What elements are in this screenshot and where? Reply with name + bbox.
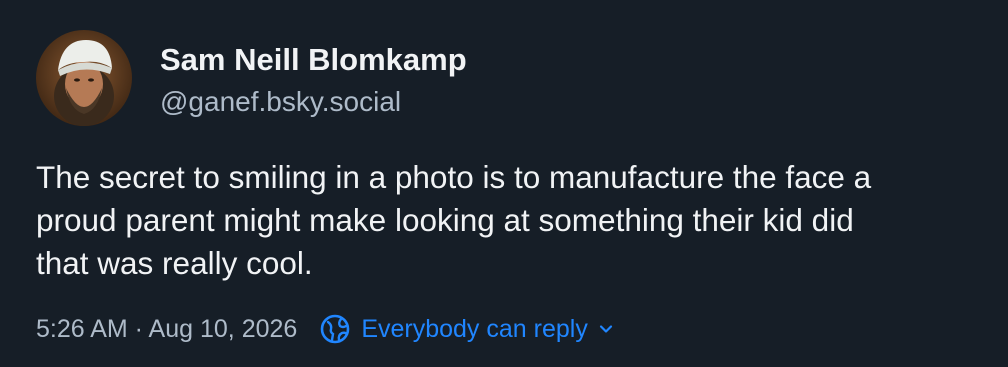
post-meta: 5:26 AM · Aug 10, 2026 Everybody can rep…	[36, 311, 614, 347]
globe-icon	[321, 314, 350, 344]
post-text: The secret to smiling in a photo is to m…	[36, 156, 986, 285]
avatar-image	[36, 30, 132, 126]
post-text-line: that was really cool.	[36, 245, 313, 281]
author-avatar[interactable]	[36, 30, 132, 126]
post-text-line: The secret to smiling in a photo is to m…	[36, 159, 872, 195]
author-handle[interactable]: @ganef.bsky.social	[160, 86, 401, 118]
chevron-down-icon	[599, 325, 612, 333]
reply-setting-button[interactable]: Everybody can reply	[319, 313, 614, 345]
post-timestamp[interactable]: 5:26 AM · Aug 10, 2026	[36, 315, 297, 344]
author-display-name[interactable]: Sam Neill Blomkamp	[160, 42, 467, 78]
reply-setting-label: Everybody can reply	[361, 314, 588, 343]
post-card: Sam Neill Blomkamp @ganef.bsky.social Th…	[0, 0, 1008, 367]
post-text-line: proud parent might make looking at somet…	[36, 202, 854, 238]
